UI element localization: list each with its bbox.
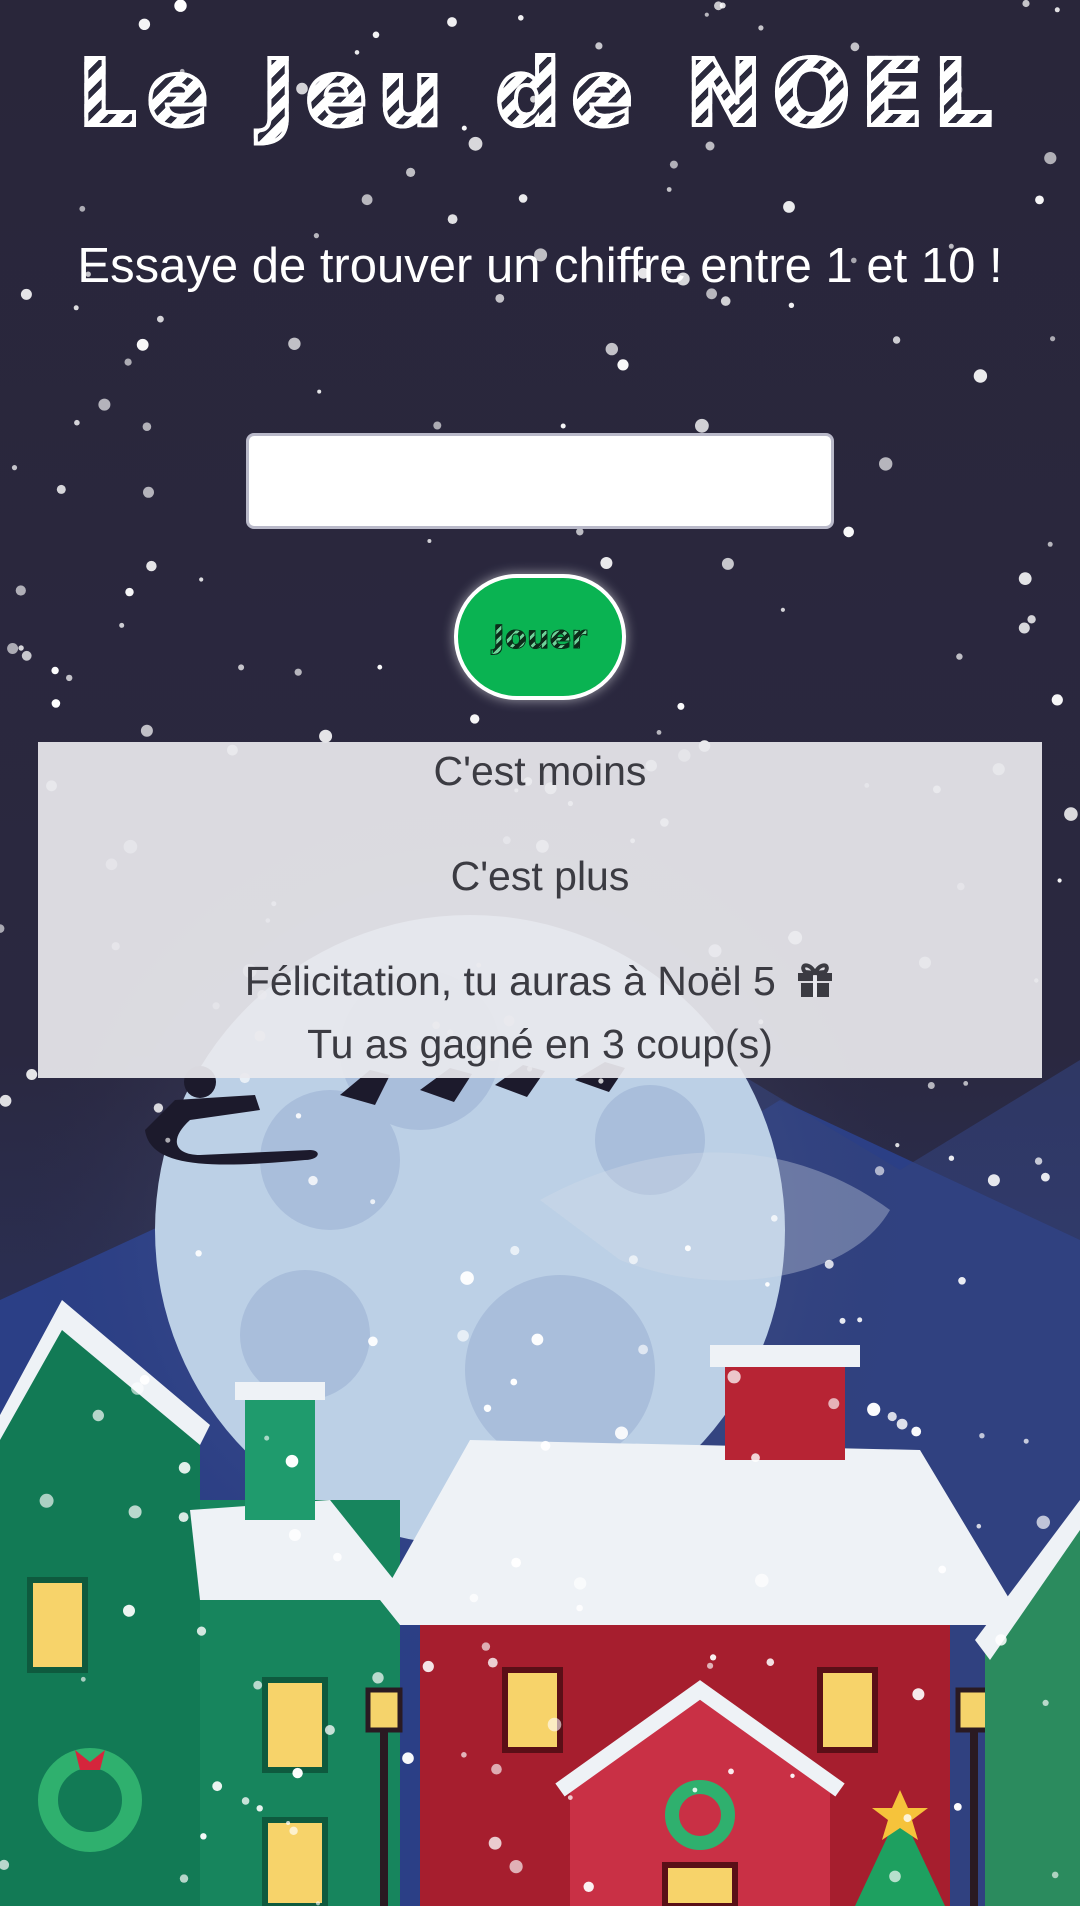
play-button[interactable]: Jouer — [454, 574, 626, 700]
gift-icon — [795, 959, 835, 1009]
instructions-text: Essaye de trouver un chiffre entre 1 et … — [77, 239, 1003, 293]
guess-input[interactable] — [246, 433, 834, 529]
attempts-message: Tu as gagné en 3 coup(s) — [307, 1021, 773, 1067]
higher-message: C'est plus — [450, 853, 630, 899]
play-button-label: Jouer — [492, 618, 588, 657]
win-message-text: Félicitation, tu auras à Noël 5 — [244, 958, 776, 1004]
page-title: Le Jeu de NOEL — [0, 38, 1080, 149]
lower-message: C'est moins — [433, 748, 647, 794]
win-message: Félicitation, tu auras à Noël 5 — [38, 958, 1042, 1009]
results-panel: C'est moins C'est plus Félicitation, tu … — [38, 742, 1042, 1078]
